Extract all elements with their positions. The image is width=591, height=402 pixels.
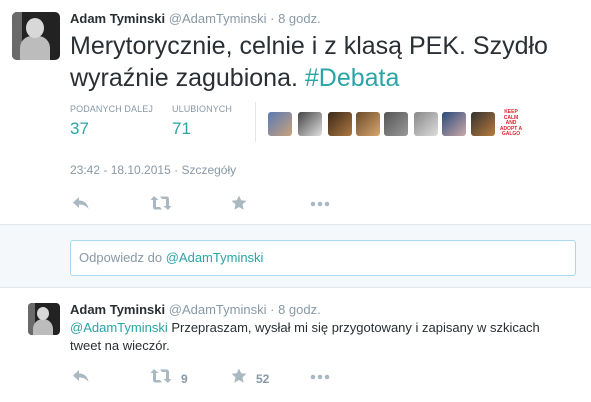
reply-author-avatar[interactable]: [28, 303, 60, 335]
stats-divider: [255, 102, 256, 142]
tweet-time[interactable]: 8 godz.: [278, 11, 321, 26]
reply-tweet: Adam Tyminski @AdamTyminski · 8 godz. @A…: [0, 288, 591, 402]
tweet-actions: [70, 195, 370, 215]
reply-composer: Odpowiedz do @AdamTyminski: [0, 224, 591, 288]
header-separator: ·: [270, 11, 275, 26]
reply-mention: @AdamTyminski: [165, 250, 264, 265]
favoriter-avatar[interactable]: [384, 112, 408, 136]
author-name[interactable]: Adam Tyminski: [70, 11, 165, 26]
reply-icon[interactable]: [72, 368, 90, 389]
main-tweet: Adam Tyminski @AdamTyminski · 8 godz. Me…: [0, 0, 591, 224]
reply-tweet-header: Adam Tyminski @AdamTyminski · 8 godz.: [70, 302, 321, 317]
more-icon[interactable]: [310, 195, 330, 216]
favoriter-avatar[interactable]: [328, 112, 352, 136]
favoriter-avatar[interactable]: [356, 112, 380, 136]
author-avatar[interactable]: [12, 12, 60, 60]
reply-icon[interactable]: [72, 195, 90, 216]
retweets-count: 37: [70, 119, 89, 138]
favorite-icon[interactable]: [231, 368, 247, 389]
favoriter-avatar[interactable]: [414, 112, 438, 136]
favoriter-avatar[interactable]: [442, 112, 466, 136]
details-link[interactable]: Szczegóły: [181, 163, 236, 177]
favorites-label: ULUBIONYCH: [172, 104, 233, 114]
reply-tweet-time[interactable]: 8 godz.: [278, 302, 321, 317]
reply-favorite-count: 52: [256, 372, 270, 386]
reply-input[interactable]: Odpowiedz do @AdamTyminski: [70, 240, 576, 276]
datetime-text: 23:42 - 18.10.2015: [70, 163, 171, 177]
reply-retweet-count: 9: [181, 372, 188, 386]
more-icon[interactable]: [310, 368, 330, 389]
reply-author-name[interactable]: Adam Tyminski: [70, 302, 165, 317]
reply-tweet-text: @AdamTyminski Przepraszam, wysłał mi się…: [70, 319, 570, 355]
reply-text-mention[interactable]: @AdamTyminski: [70, 320, 168, 335]
favorites-count: 71: [172, 119, 191, 138]
keep-calm-avatar[interactable]: KEEP CALM AND ADOPT A GALGO: [498, 109, 524, 138]
retweets-stat[interactable]: PODANYCH DALEJ 37: [70, 104, 153, 139]
tweet-header: Adam Tyminski @AdamTyminski · 8 godz.: [70, 11, 321, 26]
tweet-datetime: 23:42 - 18.10.2015 · Szczegóły: [70, 163, 236, 177]
favoriter-avatar[interactable]: [268, 112, 292, 136]
retweet-icon[interactable]: [150, 195, 172, 216]
favoriter-avatar[interactable]: [471, 112, 495, 136]
favoriter-avatar[interactable]: [298, 112, 322, 136]
tweet-text: Merytorycznie, celnie i z klasą PEK. Szy…: [70, 30, 575, 94]
retweets-label: PODANYCH DALEJ: [70, 104, 153, 114]
reply-header-separator: ·: [270, 302, 275, 317]
datetime-separator: ·: [174, 163, 179, 177]
favorites-stat[interactable]: ULUBIONYCH 71: [172, 104, 232, 139]
author-handle[interactable]: @AdamTyminski: [169, 11, 267, 26]
reply-tweet-actions: 9 52: [70, 368, 370, 388]
favorite-icon[interactable]: [231, 195, 247, 216]
reply-placeholder: Odpowiedz do: [79, 250, 166, 265]
hashtag-link[interactable]: #Debata: [305, 64, 400, 92]
retweet-icon[interactable]: [150, 368, 172, 389]
reply-author-handle[interactable]: @AdamTyminski: [169, 302, 267, 317]
